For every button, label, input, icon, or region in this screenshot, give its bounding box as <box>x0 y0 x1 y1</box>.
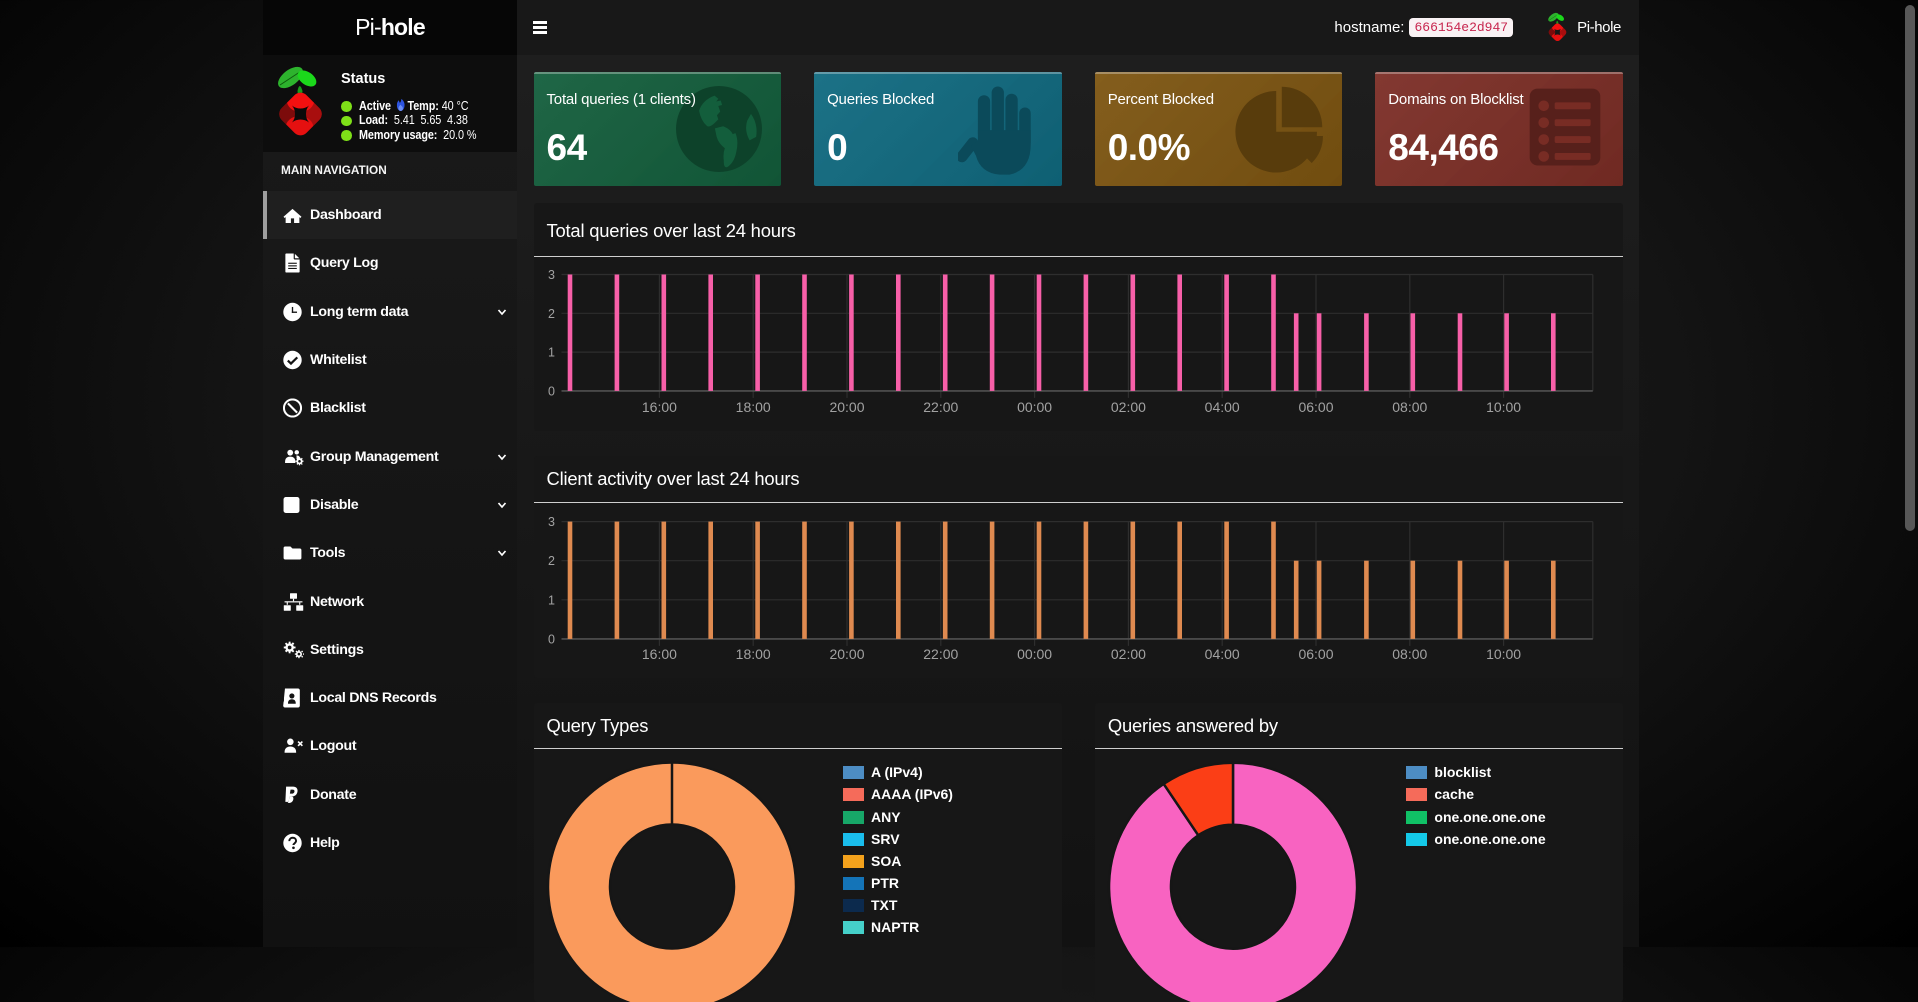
svg-text:20:00: 20:00 <box>829 399 864 415</box>
svg-text:02:00: 02:00 <box>1110 399 1145 415</box>
svg-text:16:00: 16:00 <box>641 399 676 415</box>
svg-text:22:00: 22:00 <box>923 399 958 415</box>
svg-text:08:00: 08:00 <box>1392 399 1427 415</box>
svg-text:04:00: 04:00 <box>1204 399 1239 415</box>
svg-text:0: 0 <box>548 632 555 646</box>
svg-text:3: 3 <box>548 268 555 282</box>
svg-text:20:00: 20:00 <box>829 646 864 662</box>
svg-text:1: 1 <box>548 346 555 360</box>
svg-text:10:00: 10:00 <box>1486 399 1521 415</box>
svg-text:08:00: 08:00 <box>1392 646 1427 662</box>
svg-text:0: 0 <box>548 384 555 398</box>
svg-text:02:00: 02:00 <box>1110 646 1145 662</box>
svg-text:00:00: 00:00 <box>1017 399 1052 415</box>
svg-text:06:00: 06:00 <box>1298 646 1333 662</box>
svg-text:3: 3 <box>548 515 555 529</box>
svg-text:2: 2 <box>548 554 555 568</box>
svg-text:04:00: 04:00 <box>1204 646 1239 662</box>
svg-text:1: 1 <box>548 593 555 607</box>
svg-text:00:00: 00:00 <box>1017 646 1052 662</box>
svg-text:2: 2 <box>548 307 555 321</box>
svg-text:16:00: 16:00 <box>641 646 676 662</box>
svg-text:18:00: 18:00 <box>735 399 770 415</box>
svg-text:10:00: 10:00 <box>1486 646 1521 662</box>
svg-text:22:00: 22:00 <box>923 646 958 662</box>
svg-text:06:00: 06:00 <box>1298 399 1333 415</box>
svg-text:18:00: 18:00 <box>735 646 770 662</box>
